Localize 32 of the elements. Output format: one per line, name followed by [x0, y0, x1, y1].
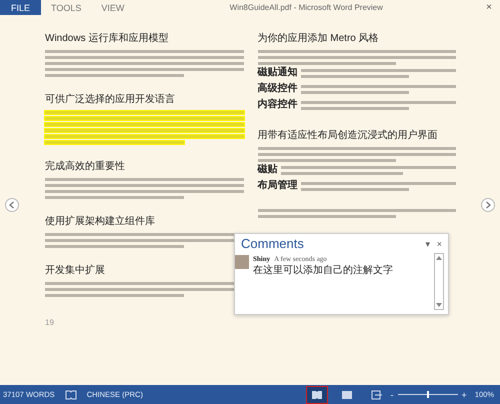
scroll-down-icon[interactable] — [435, 301, 443, 309]
previous-page-icon[interactable] — [5, 198, 19, 212]
read-mode-icon[interactable] — [306, 386, 327, 402]
book-icon[interactable] — [64, 390, 77, 400]
close-button[interactable]: × — [478, 2, 500, 13]
close-button[interactable]: × — [434, 238, 444, 248]
section-heading: 为你的应用添加 Metro 风格 — [258, 32, 380, 45]
zoom-out-button[interactable]: - — [390, 390, 394, 400]
section-heading: 用带有适应性布局创造沉浸式的用户界面 — [258, 128, 438, 142]
menu-tab[interactable]: TOOLS — [41, 0, 92, 15]
section-heading: 完成高效的重要性 — [45, 160, 126, 173]
section-heading: 使用扩展架构建立组件库 — [45, 214, 156, 228]
comment-text: 在这里可以添加自己的注解文字 — [253, 264, 393, 277]
bold-term: 磁贴 — [258, 165, 278, 175]
section-heading: 可供广泛选择的应用开发语言 — [45, 92, 176, 106]
page-number: 19 — [45, 318, 55, 327]
zoom-in-button[interactable]: + — [462, 390, 467, 400]
scrollbar[interactable] — [434, 253, 444, 310]
panel-title: Comments — [241, 236, 304, 251]
bold-term: 磁贴通知 — [258, 68, 298, 78]
bold-term: 内容控件 — [258, 100, 298, 110]
avatar-placeholder — [235, 255, 249, 269]
section-heading: Windows 运行库和应用模型 — [45, 32, 170, 45]
bold-term: 布局管理 — [258, 181, 298, 191]
scroll-up-icon[interactable] — [435, 254, 443, 262]
bold-term: 高级控件 — [258, 84, 298, 94]
menu-tab[interactable]: VIEW — [91, 0, 134, 15]
menu-tab[interactable]: FILE — [0, 0, 42, 15]
dropdown-button[interactable]: ▾ — [424, 238, 433, 248]
window-title: Win8GuideAll.pdf - Microsoft Word Preview — [228, 3, 384, 12]
section-heading: 开发集中扩展 — [45, 264, 106, 277]
next-page-icon[interactable] — [481, 198, 495, 212]
